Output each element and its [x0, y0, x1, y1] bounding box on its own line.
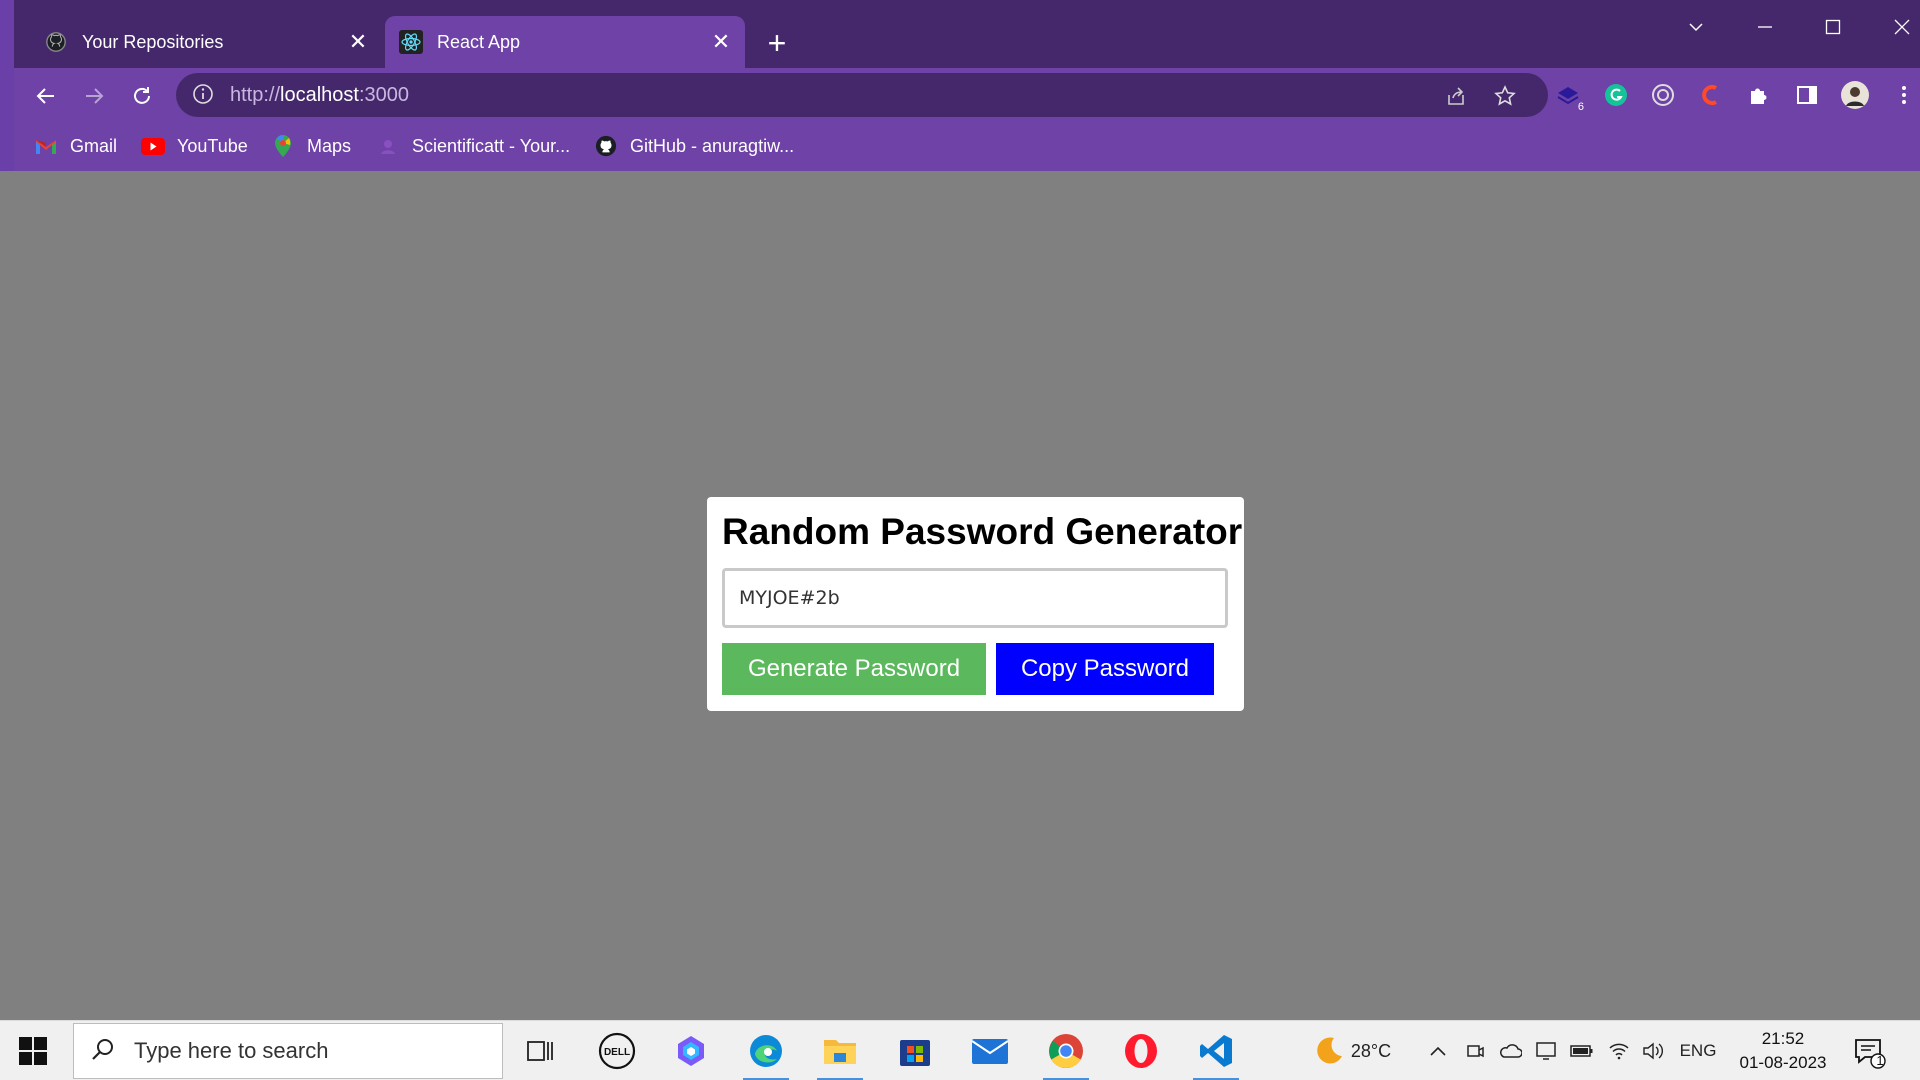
site-info-icon[interactable]	[192, 83, 216, 107]
scientificatt-icon	[376, 134, 400, 158]
copilot-icon[interactable]	[658, 1021, 724, 1080]
notifications-icon[interactable]: 1	[1852, 1035, 1888, 1071]
opera-icon[interactable]	[1108, 1021, 1174, 1080]
bookmark-label: GitHub - anuragtiw...	[630, 135, 795, 156]
browser-toolbar: http://localhost:3000	[14, 68, 1920, 122]
windows-start-icon[interactable]	[14, 1033, 52, 1069]
c-extension-icon[interactable]	[1695, 79, 1727, 111]
react-icon	[399, 30, 423, 54]
taskbar-clock[interactable]: 21:52 01-08-2023	[1728, 1027, 1838, 1075]
new-tab-button[interactable]: +	[760, 25, 794, 61]
address-bar[interactable]: http://localhost:3000	[176, 73, 1548, 117]
bookmark-label: Maps	[307, 135, 352, 156]
gmail-icon	[34, 134, 58, 158]
edge-icon[interactable]	[733, 1021, 799, 1080]
youtube-icon	[141, 134, 165, 158]
bookmark-gmail[interactable]: Gmail	[34, 132, 117, 160]
search-placeholder: Type here to search	[134, 1038, 329, 1063]
browser-titlebar: Your Repositories ✕ React App ✕ +	[0, 0, 1920, 68]
password-generator-card: Random Password Generator MYJOE#2b Gener…	[707, 497, 1244, 711]
weather-moon-icon[interactable]	[1312, 1037, 1346, 1064]
reload-icon[interactable]	[124, 78, 160, 114]
window-edge	[0, 0, 14, 171]
clock-date: 01-08-2023	[1739, 1053, 1827, 1072]
tab-title: Your Repositories	[82, 31, 224, 52]
bookmark-scientificatt[interactable]: Scientificatt - Your...	[376, 132, 570, 160]
mail-icon[interactable]	[957, 1021, 1023, 1080]
bookmark-star-icon[interactable]	[1490, 81, 1520, 111]
side-panel-icon[interactable]	[1791, 79, 1823, 111]
app-title: Random Password Generator	[722, 511, 1243, 552]
battery-icon[interactable]	[1569, 1039, 1595, 1063]
meet-now-icon[interactable]	[1463, 1039, 1487, 1063]
password-field[interactable]: MYJOE#2b	[722, 568, 1228, 628]
share-icon[interactable]	[1441, 81, 1471, 111]
close-window-icon[interactable]	[1872, 8, 1920, 46]
display-settings-icon[interactable]	[1533, 1039, 1559, 1063]
input-language[interactable]: ENG	[1676, 1039, 1720, 1063]
taskbar-search-box[interactable]: Type here to search	[73, 1023, 503, 1079]
maximize-icon[interactable]	[1803, 8, 1863, 46]
file-explorer-icon[interactable]	[807, 1021, 873, 1080]
volume-icon[interactable]	[1640, 1039, 1666, 1063]
vscode-icon[interactable]	[1183, 1021, 1249, 1080]
forward-icon[interactable]	[76, 78, 112, 114]
page-viewport: Random Password Generator MYJOE#2b Gener…	[14, 171, 1920, 1020]
button-row: Generate Password Copy Password	[722, 643, 1229, 695]
bookmark-label: YouTube	[177, 135, 248, 156]
bookmarks-bar: Gmail YouTube Maps Scientificatt - Your.…	[14, 122, 1920, 171]
extension-badge: 6	[1577, 101, 1584, 113]
profile-avatar[interactable]	[1839, 79, 1871, 111]
bookmark-label: Scientificatt - Your...	[412, 135, 571, 156]
tab-your-repositories[interactable]: Your Repositories ✕	[30, 16, 382, 68]
maps-icon	[271, 134, 295, 158]
dell-icon[interactable]: DELL	[584, 1021, 650, 1080]
bookmark-github[interactable]: GitHub - anuragtiw...	[594, 132, 794, 160]
bookmark-maps[interactable]: Maps	[271, 132, 351, 160]
copy-password-button[interactable]: Copy Password	[996, 643, 1214, 695]
browser-menu-icon[interactable]	[1888, 79, 1920, 111]
wifi-icon[interactable]	[1606, 1039, 1632, 1063]
generate-password-button[interactable]: Generate Password	[722, 643, 986, 695]
close-tab-icon[interactable]: ✕	[705, 26, 737, 58]
grammarly-icon[interactable]	[1600, 79, 1632, 111]
tab-search-chevron-icon[interactable]	[1666, 8, 1726, 46]
bookmark-label: Gmail	[70, 135, 118, 156]
search-icon	[90, 1037, 118, 1065]
github-icon	[44, 30, 68, 54]
minimize-icon[interactable]	[1735, 8, 1795, 46]
chrome-icon[interactable]	[1033, 1021, 1099, 1080]
bookmark-youtube[interactable]: YouTube	[141, 132, 248, 160]
target-extension-icon[interactable]	[1647, 79, 1679, 111]
clock-time: 21:52	[1761, 1029, 1805, 1048]
windows-taskbar: Type here to search DELL 28°C ENG 21:52 …	[0, 1020, 1920, 1080]
task-view-icon[interactable]	[507, 1021, 573, 1080]
github-icon	[594, 134, 618, 158]
back-icon[interactable]	[28, 78, 64, 114]
microsoft-store-icon[interactable]	[882, 1021, 948, 1080]
tab-react-app[interactable]: React App ✕	[385, 16, 745, 68]
onedrive-cloud-icon[interactable]	[1497, 1039, 1523, 1063]
svg-text:DELL: DELL	[604, 1047, 630, 1058]
tray-chevron-up-icon[interactable]	[1427, 1039, 1449, 1063]
tab-title: React App	[437, 31, 521, 52]
url-text: http://localhost:3000	[230, 83, 410, 106]
weather-temperature[interactable]: 28°C	[1346, 1039, 1396, 1063]
extension-stack-icon[interactable]: 6	[1552, 79, 1584, 113]
extensions-puzzle-icon[interactable]	[1743, 79, 1775, 111]
close-tab-icon[interactable]: ✕	[342, 26, 374, 58]
notification-count: 1	[1876, 1053, 1884, 1068]
